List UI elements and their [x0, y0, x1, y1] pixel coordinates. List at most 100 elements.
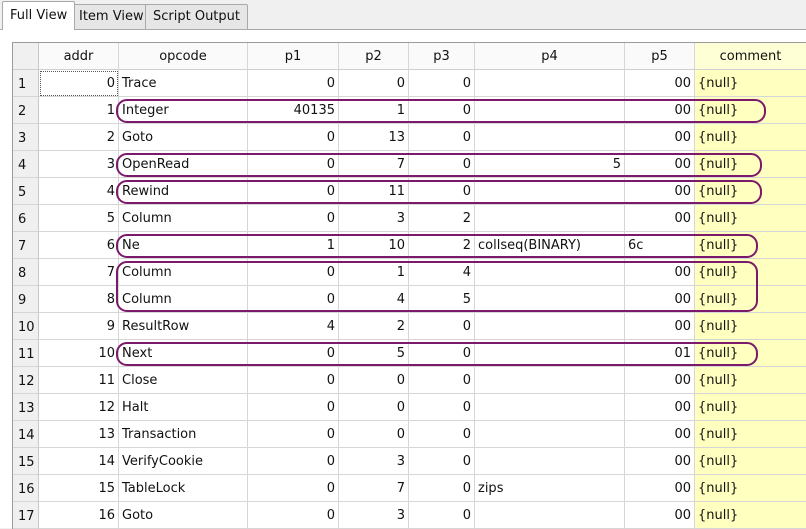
table-row[interactable]: 9 8 Column 0 4 5 00 {null} [13, 286, 806, 313]
table-row[interactable]: 1 0 Trace 0 0 0 00 {null} [13, 70, 806, 97]
row-number[interactable]: 10 [13, 313, 39, 340]
row-number[interactable]: 2 [13, 97, 39, 124]
cell-comment[interactable]: {null} [695, 313, 806, 340]
table-row[interactable]: 14 13 Transaction 0 0 0 00 {null} [13, 421, 806, 448]
column-header-p3[interactable]: p3 [409, 43, 475, 70]
cell-p5[interactable]: 00 [625, 205, 695, 232]
cell-p5[interactable]: 00 [625, 448, 695, 475]
cell-addr[interactable]: 9 [39, 313, 119, 340]
cell-addr[interactable]: 10 [39, 340, 119, 367]
row-number[interactable]: 7 [13, 232, 39, 259]
row-number[interactable]: 8 [13, 259, 39, 286]
cell-p1[interactable]: 0 [248, 286, 339, 313]
cell-opcode[interactable]: Rewind [119, 178, 248, 205]
cell-p5[interactable]: 00 [625, 259, 695, 286]
cell-p4[interactable] [475, 367, 625, 394]
row-number[interactable]: 5 [13, 178, 39, 205]
cell-comment[interactable]: {null} [695, 394, 806, 421]
cell-comment[interactable]: {null} [695, 421, 806, 448]
cell-p5[interactable]: 00 [625, 502, 695, 529]
cell-p1[interactable]: 0 [248, 502, 339, 529]
cell-p4[interactable] [475, 448, 625, 475]
cell-addr[interactable]: 6 [39, 232, 119, 259]
row-number[interactable]: 1 [13, 70, 39, 97]
cell-p1[interactable]: 0 [248, 259, 339, 286]
cell-p3[interactable]: 0 [409, 151, 475, 178]
cell-p4[interactable]: 5 [475, 151, 625, 178]
cell-p1[interactable]: 0 [248, 70, 339, 97]
row-number[interactable]: 15 [13, 448, 39, 475]
cell-p2[interactable]: 10 [339, 232, 409, 259]
cell-opcode[interactable]: Column [119, 205, 248, 232]
cell-opcode[interactable]: Next [119, 340, 248, 367]
column-header-p2[interactable]: p2 [339, 43, 409, 70]
cell-p3[interactable]: 0 [409, 421, 475, 448]
table-row[interactable]: 7 6 Ne 1 10 2 collseq(BINARY) 6c {null} [13, 232, 806, 259]
cell-p4[interactable] [475, 124, 625, 151]
cell-opcode[interactable]: Goto [119, 124, 248, 151]
cell-opcode[interactable]: Ne [119, 232, 248, 259]
cell-p3[interactable]: 0 [409, 448, 475, 475]
table-row[interactable]: 16 15 TableLock 0 7 0 zips 00 {null} [13, 475, 806, 502]
cell-p1[interactable]: 0 [248, 448, 339, 475]
cell-p2[interactable]: 11 [339, 178, 409, 205]
table-row[interactable]: 10 9 ResultRow 4 2 0 00 {null} [13, 313, 806, 340]
cell-addr[interactable]: 11 [39, 367, 119, 394]
table-row[interactable]: 11 10 Next 0 5 0 01 {null} [13, 340, 806, 367]
row-number[interactable]: 17 [13, 502, 39, 529]
cell-p2[interactable]: 7 [339, 475, 409, 502]
cell-p4[interactable] [475, 340, 625, 367]
cell-p3[interactable]: 0 [409, 502, 475, 529]
cell-p3[interactable]: 0 [409, 313, 475, 340]
cell-p3[interactable]: 0 [409, 340, 475, 367]
cell-p3[interactable]: 0 [409, 178, 475, 205]
cell-p1[interactable]: 0 [248, 421, 339, 448]
cell-p3[interactable]: 0 [409, 124, 475, 151]
row-number[interactable]: 14 [13, 421, 39, 448]
cell-comment[interactable]: {null} [695, 151, 806, 178]
row-number[interactable]: 4 [13, 151, 39, 178]
cell-p3[interactable]: 0 [409, 367, 475, 394]
cell-p5[interactable]: 00 [625, 151, 695, 178]
column-header-p1[interactable]: p1 [248, 43, 339, 70]
cell-p5[interactable]: 00 [625, 97, 695, 124]
cell-p5[interactable]: 00 [625, 475, 695, 502]
cell-addr[interactable]: 1 [39, 97, 119, 124]
cell-p5[interactable]: 01 [625, 340, 695, 367]
cell-comment[interactable]: {null} [695, 124, 806, 151]
row-number[interactable]: 9 [13, 286, 39, 313]
cell-addr[interactable]: 3 [39, 151, 119, 178]
cell-opcode[interactable]: Trace [119, 70, 248, 97]
cell-p1[interactable]: 0 [248, 151, 339, 178]
cell-p2[interactable]: 0 [339, 367, 409, 394]
cell-opcode[interactable]: OpenRead [119, 151, 248, 178]
cell-addr[interactable]: 15 [39, 475, 119, 502]
cell-p4[interactable] [475, 502, 625, 529]
row-number[interactable]: 3 [13, 124, 39, 151]
cell-comment[interactable]: {null} [695, 259, 806, 286]
table-row[interactable]: 5 4 Rewind 0 11 0 00 {null} [13, 178, 806, 205]
cell-p5[interactable]: 6c [625, 232, 695, 259]
cell-comment[interactable]: {null} [695, 70, 806, 97]
table-row[interactable]: 12 11 Close 0 0 0 00 {null} [13, 367, 806, 394]
cell-p5[interactable]: 00 [625, 394, 695, 421]
tab-script-output[interactable]: Script Output [145, 4, 248, 29]
cell-opcode[interactable]: Goto [119, 502, 248, 529]
cell-p5[interactable]: 00 [625, 70, 695, 97]
cell-p5[interactable]: 00 [625, 367, 695, 394]
cell-addr[interactable]: 8 [39, 286, 119, 313]
cell-p1[interactable]: 0 [248, 367, 339, 394]
cell-p1[interactable]: 1 [248, 232, 339, 259]
cell-addr[interactable]: 4 [39, 178, 119, 205]
cell-opcode[interactable]: Transaction [119, 421, 248, 448]
cell-p4[interactable]: collseq(BINARY) [475, 232, 625, 259]
table-row[interactable]: 3 2 Goto 0 13 0 00 {null} [13, 124, 806, 151]
cell-opcode[interactable]: Column [119, 259, 248, 286]
cell-p2[interactable]: 3 [339, 502, 409, 529]
tab-item-view[interactable]: Item View [71, 4, 152, 29]
cell-comment[interactable]: {null} [695, 205, 806, 232]
row-number[interactable]: 11 [13, 340, 39, 367]
cell-p2[interactable]: 0 [339, 421, 409, 448]
cell-p3[interactable]: 0 [409, 394, 475, 421]
cell-p4[interactable] [475, 313, 625, 340]
